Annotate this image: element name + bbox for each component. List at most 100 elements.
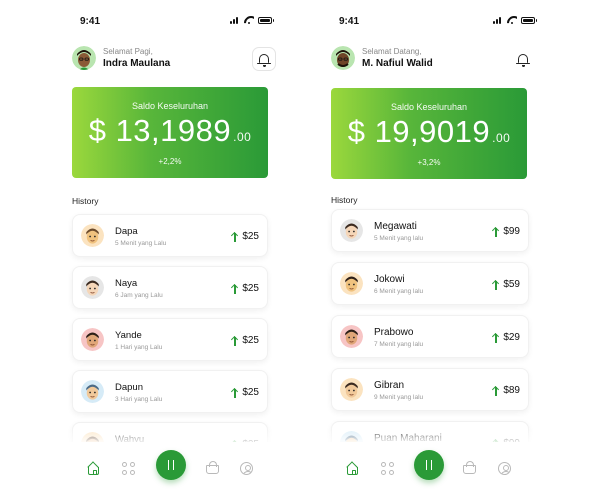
nav-profile[interactable] bbox=[240, 462, 254, 476]
history-heading: History bbox=[331, 195, 358, 205]
transfer-button[interactable] bbox=[156, 450, 186, 480]
transaction-time: 9 Menit yang lalu bbox=[374, 394, 424, 401]
user-name: M. Nafiul Walid bbox=[362, 57, 433, 69]
amount-value: $29 bbox=[503, 332, 520, 343]
grid-icon bbox=[122, 462, 136, 476]
nav-apps[interactable] bbox=[122, 462, 136, 476]
amount-value: $25 bbox=[242, 387, 259, 398]
currency-symbol: $ bbox=[347, 114, 366, 149]
nav-shop[interactable] bbox=[463, 461, 477, 476]
history-item[interactable]: Jokowi 6 Menit yang lalu $59 bbox=[331, 262, 529, 305]
greeting-text: Selamat Datang, bbox=[362, 46, 422, 56]
balance-title: Saldo Keseluruhan bbox=[390, 102, 468, 112]
balance-title: Saldo Keseluruhan bbox=[131, 101, 209, 111]
balance-card: Saldo Keseluruhan $ 19,9019.00 +3,2% bbox=[331, 88, 527, 179]
arrow-up-icon bbox=[231, 336, 238, 346]
transaction-amount: $25 bbox=[231, 387, 259, 398]
nav-profile[interactable] bbox=[498, 462, 512, 476]
contact-name: Megawati bbox=[374, 221, 417, 232]
arrow-up-icon bbox=[492, 227, 499, 237]
contact-name: Jokowi bbox=[374, 274, 405, 285]
battery-icon bbox=[521, 16, 537, 24]
contact-name: Yande bbox=[115, 330, 142, 341]
basket-icon bbox=[206, 461, 219, 474]
arrow-up-icon bbox=[231, 388, 238, 398]
user-greeting: Selamat Datang, M. Nafiul Walid bbox=[331, 46, 433, 70]
contact-avatar bbox=[81, 224, 104, 247]
bottom-nav bbox=[323, 442, 541, 500]
contact-avatar bbox=[340, 378, 363, 401]
contact-name: Dapun bbox=[115, 382, 143, 393]
status-icons bbox=[230, 16, 274, 24]
amount-value: $25 bbox=[242, 283, 259, 294]
wifi-icon bbox=[244, 16, 254, 24]
transaction-time: 6 Jam yang Lalu bbox=[115, 292, 163, 299]
history-item[interactable]: Dapun 3 Hari yang Lalu $25 bbox=[72, 370, 268, 413]
signal-icon bbox=[230, 16, 240, 24]
history-item[interactable]: Prabowo 7 Menit yang lalu $29 bbox=[331, 315, 529, 358]
notification-button[interactable] bbox=[252, 47, 276, 71]
balance-change: +2,2% bbox=[158, 157, 182, 166]
user-greeting: Selamat Pagi, Indra Maulana bbox=[72, 46, 170, 70]
signal-icon bbox=[493, 16, 503, 24]
greeting-text: Selamat Pagi, bbox=[103, 46, 153, 56]
amount-value: $25 bbox=[242, 335, 259, 346]
transfer-button[interactable] bbox=[414, 450, 444, 480]
nav-apps[interactable] bbox=[381, 462, 395, 476]
history-item[interactable]: Megawati 5 Menit yang lalu $99 bbox=[331, 209, 529, 252]
contact-name: Prabowo bbox=[374, 327, 414, 338]
nav-home[interactable] bbox=[346, 462, 360, 476]
history-item[interactable]: Yande 1 Hari yang Lalu $25 bbox=[72, 318, 268, 361]
contact-avatar bbox=[81, 380, 104, 403]
swap-icon bbox=[424, 459, 434, 471]
transaction-amount: $89 bbox=[492, 385, 520, 396]
contact-name: Dapa bbox=[115, 226, 138, 237]
phone-screen-2: 9:41 Selamat Datang, M. Nafiul Walid Sal… bbox=[323, 0, 541, 500]
contact-avatar bbox=[340, 272, 363, 295]
notification-button[interactable] bbox=[511, 47, 535, 71]
transaction-time: 1 Hari yang Lalu bbox=[115, 344, 163, 351]
bottom-nav bbox=[64, 442, 278, 500]
contact-avatar bbox=[81, 276, 104, 299]
balance-value: 13,1989 bbox=[115, 113, 232, 148]
transaction-time: 5 Menit yang lalu bbox=[374, 235, 424, 242]
status-time: 9:41 bbox=[339, 16, 360, 27]
amount-value: $89 bbox=[503, 385, 520, 396]
avatar[interactable] bbox=[331, 46, 355, 70]
history-item[interactable]: Naya 6 Jam yang Lalu $25 bbox=[72, 266, 268, 309]
user-name: Indra Maulana bbox=[103, 57, 171, 69]
balance-card: Saldo Keseluruhan $ 13,1989.00 +2,2% bbox=[72, 87, 268, 178]
contact-avatar bbox=[81, 328, 104, 351]
balance-amount: $ 13,1989.00 bbox=[72, 113, 268, 155]
status-bar: 9:41 bbox=[80, 15, 278, 31]
transaction-time: 7 Menit yang lalu bbox=[374, 341, 424, 348]
balance-amount: $ 19,9019.00 bbox=[331, 114, 527, 156]
history-heading: History bbox=[72, 196, 99, 206]
home-icon bbox=[347, 467, 358, 475]
nav-home[interactable] bbox=[87, 462, 101, 476]
balance-change: +3,2% bbox=[417, 158, 441, 167]
balance-cents: .00 bbox=[492, 131, 511, 145]
history-item[interactable]: Gibran 9 Menit yang lalu $89 bbox=[331, 368, 529, 411]
transaction-amount: $29 bbox=[492, 332, 520, 343]
transaction-amount: $25 bbox=[231, 283, 259, 294]
arrow-up-icon bbox=[231, 232, 238, 242]
basket-icon bbox=[463, 461, 476, 474]
wifi-icon bbox=[507, 16, 517, 24]
avatar[interactable] bbox=[72, 46, 96, 70]
bell-icon bbox=[516, 54, 530, 67]
contact-name: Gibran bbox=[374, 380, 405, 391]
history-item[interactable]: Dapa 5 Menit yang Lalu $25 bbox=[72, 214, 268, 257]
arrow-up-icon bbox=[492, 386, 499, 396]
profile-icon bbox=[240, 462, 253, 475]
contact-name: Naya bbox=[115, 278, 138, 289]
status-time: 9:41 bbox=[80, 16, 101, 27]
transaction-time: 5 Menit yang Lalu bbox=[115, 240, 167, 247]
currency-symbol: $ bbox=[88, 113, 107, 148]
nav-shop[interactable] bbox=[206, 461, 220, 476]
transaction-amount: $99 bbox=[492, 226, 520, 237]
amount-value: $59 bbox=[503, 279, 520, 290]
transaction-amount: $25 bbox=[231, 335, 259, 346]
swap-icon bbox=[166, 459, 176, 471]
grid-icon bbox=[381, 462, 395, 476]
